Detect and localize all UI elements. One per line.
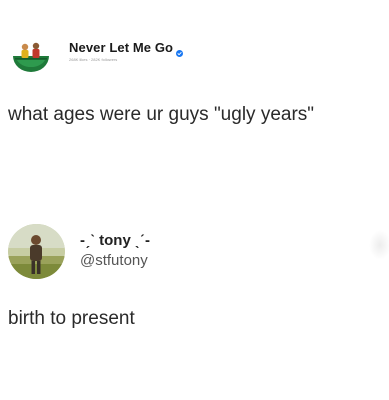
page-name[interactable]: Never Let Me Go (69, 40, 173, 55)
page-header: Never Let Me Go 268K likes · 282K follow… (11, 36, 381, 76)
reply-text: birth to present (8, 308, 135, 329)
reply-edge-shadow (369, 230, 389, 260)
page-stats: 268K likes · 282K followers (69, 57, 118, 62)
reply-display-name[interactable]: -ˏˋ tony ˎˊ- (80, 232, 150, 249)
reply-handle[interactable]: @stfutony (80, 252, 148, 269)
reply-card: -ˏˋ tony ˎˊ- @stfutony (8, 224, 389, 284)
post-question-text: what ages were ur guys "ugly years" (8, 104, 315, 125)
reply-avatar[interactable] (8, 224, 65, 279)
verified-badge-icon (176, 44, 184, 57)
page-name-row: Never Let Me Go (69, 40, 184, 57)
page-avatar[interactable] (11, 38, 51, 72)
